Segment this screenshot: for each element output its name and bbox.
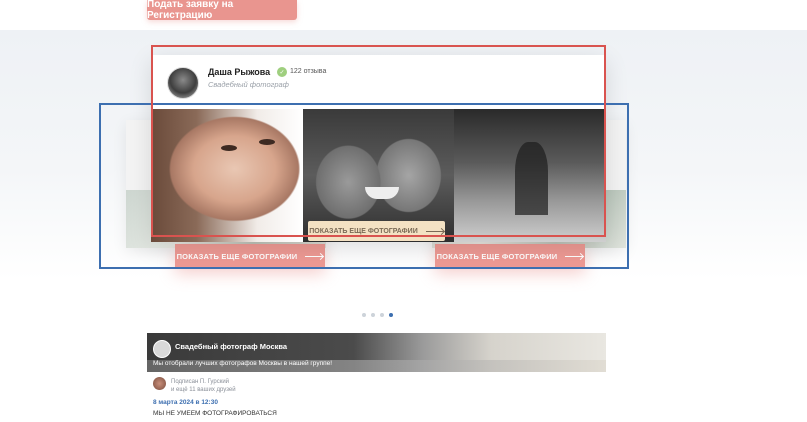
carousel-dots [362, 313, 393, 317]
register-button[interactable]: Подать заявку на Регистрацию [147, 0, 297, 21]
community-banner[interactable]: Свадебный фотограф Москва Мы отобрали лу… [147, 333, 606, 372]
community-description: Мы отобрали лучших фотографов Москвы в н… [153, 360, 333, 367]
community-title[interactable]: Свадебный фотограф Москва [175, 342, 287, 351]
carousel-dot[interactable] [380, 313, 384, 317]
subscriber-line[interactable]: Подписан П. Гурский [171, 378, 236, 386]
carousel-dot-active[interactable] [389, 313, 393, 317]
subscriber-line[interactable]: и ещё 11 ваших друзей [171, 386, 236, 394]
carousel-dot[interactable] [371, 313, 375, 317]
post-text: МЫ НЕ УМЕЕМ ФОТОГРАФИРОВАТЬСЯ [153, 410, 277, 417]
friend-avatar[interactable] [153, 377, 166, 390]
post-date[interactable]: 8 марта 2024 в 12:30 [153, 399, 218, 406]
subscribers-info: Подписан П. Гурский и ещё 11 ваших друзе… [171, 378, 236, 394]
community-logo[interactable] [153, 340, 171, 358]
highlight-box-red [151, 45, 606, 237]
carousel-dot[interactable] [362, 313, 366, 317]
